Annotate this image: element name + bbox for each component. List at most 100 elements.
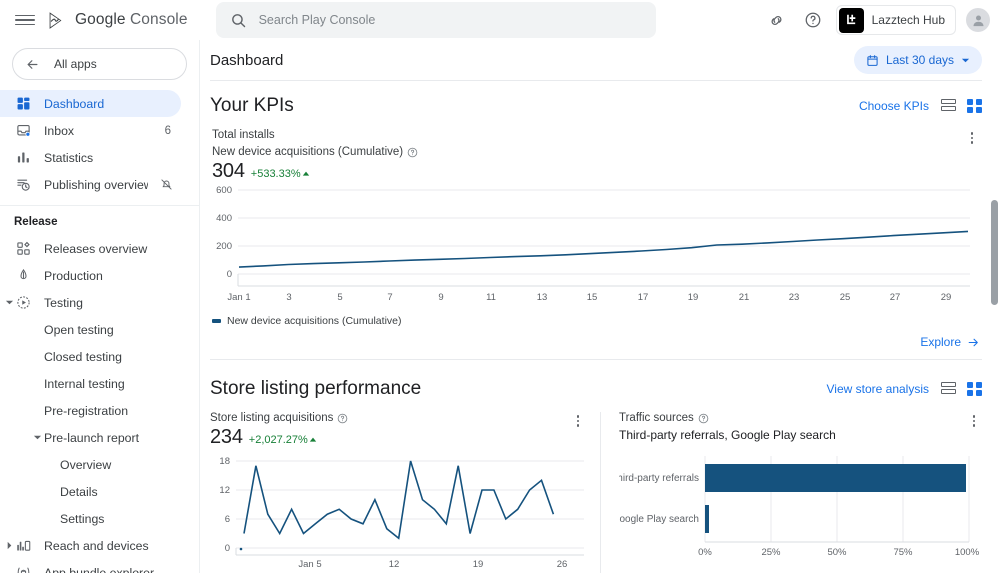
kpi-delta-text: +533.33%	[250, 168, 301, 180]
store-view-toggle	[941, 381, 982, 397]
explore-link[interactable]: Explore	[920, 335, 980, 349]
date-range-selector[interactable]: Last 30 days	[853, 46, 982, 74]
svg-text:27: 27	[890, 292, 901, 303]
sidebar-item-dashboard[interactable]: Dashboard	[0, 90, 181, 117]
traffic-label: Traffic sources	[619, 412, 694, 424]
total-installs-chart: 600 400 200 0 Jan 1 3 5 7 9 11 13 15 17 …	[216, 185, 970, 303]
svg-text:3: 3	[286, 292, 291, 303]
account-chip[interactable]: Lazztech Hub	[835, 5, 956, 35]
reach-devices-icon	[14, 537, 32, 555]
svg-text:15: 15	[587, 292, 598, 303]
help-circle-icon[interactable]	[337, 413, 348, 424]
kpis-view-toggle	[941, 98, 982, 114]
kpi-card-label: Total installs	[212, 129, 275, 141]
sidebar-item-overview[interactable]: Overview	[0, 451, 181, 478]
grid-view-icon[interactable]	[967, 98, 982, 114]
sidebar-item-details[interactable]: Details	[0, 478, 181, 505]
sidebar-item-label: Reach and devices	[44, 538, 149, 553]
store-listing-acquisitions-card: Store listing acquisitions 234 +2,027.27…	[210, 412, 600, 573]
svg-text:9: 9	[438, 292, 443, 303]
sidebar-item-internal-testing[interactable]: Internal testing	[0, 370, 181, 397]
svg-text:19: 19	[688, 292, 699, 303]
sidebar-item-reach-and-devices[interactable]: Reach and devices	[0, 532, 181, 559]
notifications-off-icon[interactable]	[160, 178, 181, 191]
explore-label: Explore	[920, 335, 961, 349]
search-icon	[230, 12, 247, 29]
svg-text:Google Play search: Google Play search	[619, 514, 699, 525]
traffic-subtitle: Third-party referrals, Google Play searc…	[619, 428, 836, 442]
choose-kpis-link[interactable]: Choose KPIs	[859, 99, 929, 113]
help-circle-icon[interactable]	[698, 413, 709, 424]
brand[interactable]: Google Console	[47, 10, 188, 31]
sidebar-item-label: Publishing overview	[44, 177, 148, 192]
account-name: Lazztech Hub	[871, 13, 945, 27]
total-installs-legend: New device acquisitions (Cumulative)	[212, 315, 982, 327]
link-icon[interactable]	[764, 7, 790, 33]
brand-primary: Google	[75, 11, 126, 28]
svg-text:11: 11	[486, 292, 496, 303]
sidebar-item-inbox[interactable]: Inbox 6	[0, 117, 181, 144]
svg-text:0: 0	[227, 269, 232, 280]
sidebar-item-open-testing[interactable]: Open testing	[0, 316, 181, 343]
sidebar-item-pre-registration[interactable]: Pre-registration	[0, 397, 181, 424]
sidebar-item-statistics[interactable]: Statistics	[0, 144, 181, 171]
sidebar: All apps Dashboard Inbox 6 Statistics Pu…	[0, 40, 200, 573]
main-content: Dashboard Last 30 days Your KPIs Choose …	[200, 40, 1000, 573]
arrow-right-icon	[967, 336, 980, 349]
rows-view-icon[interactable]	[941, 98, 956, 114]
sidebar-item-production[interactable]: Production	[0, 262, 181, 289]
more-options-icon[interactable]	[964, 129, 980, 147]
statistics-icon	[14, 149, 32, 167]
sidebar-item-label: Overview	[60, 457, 112, 472]
caret-down-icon[interactable]	[30, 431, 44, 445]
sidebar-item-releases-overview[interactable]: Releases overview	[0, 235, 181, 262]
svg-text:Third-party referrals: Third-party referrals	[619, 473, 699, 484]
kpis-title: Your KPIs	[210, 95, 294, 116]
rows-view-icon[interactable]	[941, 381, 956, 397]
sidebar-item-closed-testing[interactable]: Closed testing	[0, 343, 181, 370]
avatar[interactable]	[966, 8, 990, 32]
svg-text:Jan 1: Jan 1	[227, 292, 250, 303]
chevron-down-icon	[961, 56, 970, 65]
kpis-section-header: Your KPIs Choose KPIs	[210, 81, 982, 127]
hamburger-icon[interactable]	[12, 7, 38, 33]
sidebar-item-settings[interactable]: Settings	[0, 505, 181, 532]
sidebar-item-publishing-overview[interactable]: Publishing overview	[0, 171, 181, 198]
grid-view-icon[interactable]	[967, 381, 982, 397]
store-acq-value: 234	[210, 426, 243, 448]
search-bar[interactable]	[215, 2, 656, 38]
kpi-card-metric-row: New device acquisitions (Cumulative)	[212, 146, 982, 158]
svg-text:0%: 0%	[698, 547, 712, 558]
more-options-icon[interactable]	[966, 412, 982, 430]
sidebar-item-pre-launch-report[interactable]: Pre-launch report	[0, 424, 181, 451]
calendar-icon	[866, 54, 879, 67]
play-console-app: Google Console Search Play Console Lazzt…	[0, 0, 1000, 573]
caret-down-icon[interactable]	[2, 296, 16, 310]
dashboard-icon	[14, 95, 32, 113]
svg-text:400: 400	[216, 213, 232, 224]
more-options-icon[interactable]	[570, 412, 586, 430]
svg-text:19: 19	[473, 559, 484, 569]
sidebar-item-label: Releases overview	[44, 241, 148, 256]
help-circle-icon[interactable]	[407, 147, 418, 158]
sidebar-item-app-bundle-explorer[interactable]: App bundle explorer	[0, 559, 181, 573]
caret-right-icon[interactable]	[2, 539, 16, 553]
kpi-card-delta: +533.33%	[251, 168, 310, 180]
svg-text:12: 12	[389, 559, 400, 569]
main-scrollbar[interactable]	[991, 200, 998, 305]
svg-text:25%: 25%	[761, 547, 781, 558]
sidebar-item-label: Inbox	[44, 123, 75, 138]
all-apps-button[interactable]: All apps	[12, 48, 187, 80]
sidebar-item-testing[interactable]: Testing	[0, 289, 181, 316]
search-input[interactable]	[258, 13, 642, 27]
kpi-card-value: 304	[212, 160, 245, 182]
help-icon[interactable]	[800, 7, 826, 33]
view-store-analysis-link[interactable]: View store analysis	[827, 382, 930, 396]
store-section-header: Store listing performance View store ana…	[210, 360, 982, 412]
account-logo	[838, 7, 864, 33]
svg-text:26: 26	[557, 559, 568, 569]
store-title: Store listing performance	[210, 378, 422, 399]
svg-text:6: 6	[225, 514, 230, 525]
publishing-overview-icon	[14, 176, 32, 194]
svg-text:75%: 75%	[893, 547, 913, 558]
